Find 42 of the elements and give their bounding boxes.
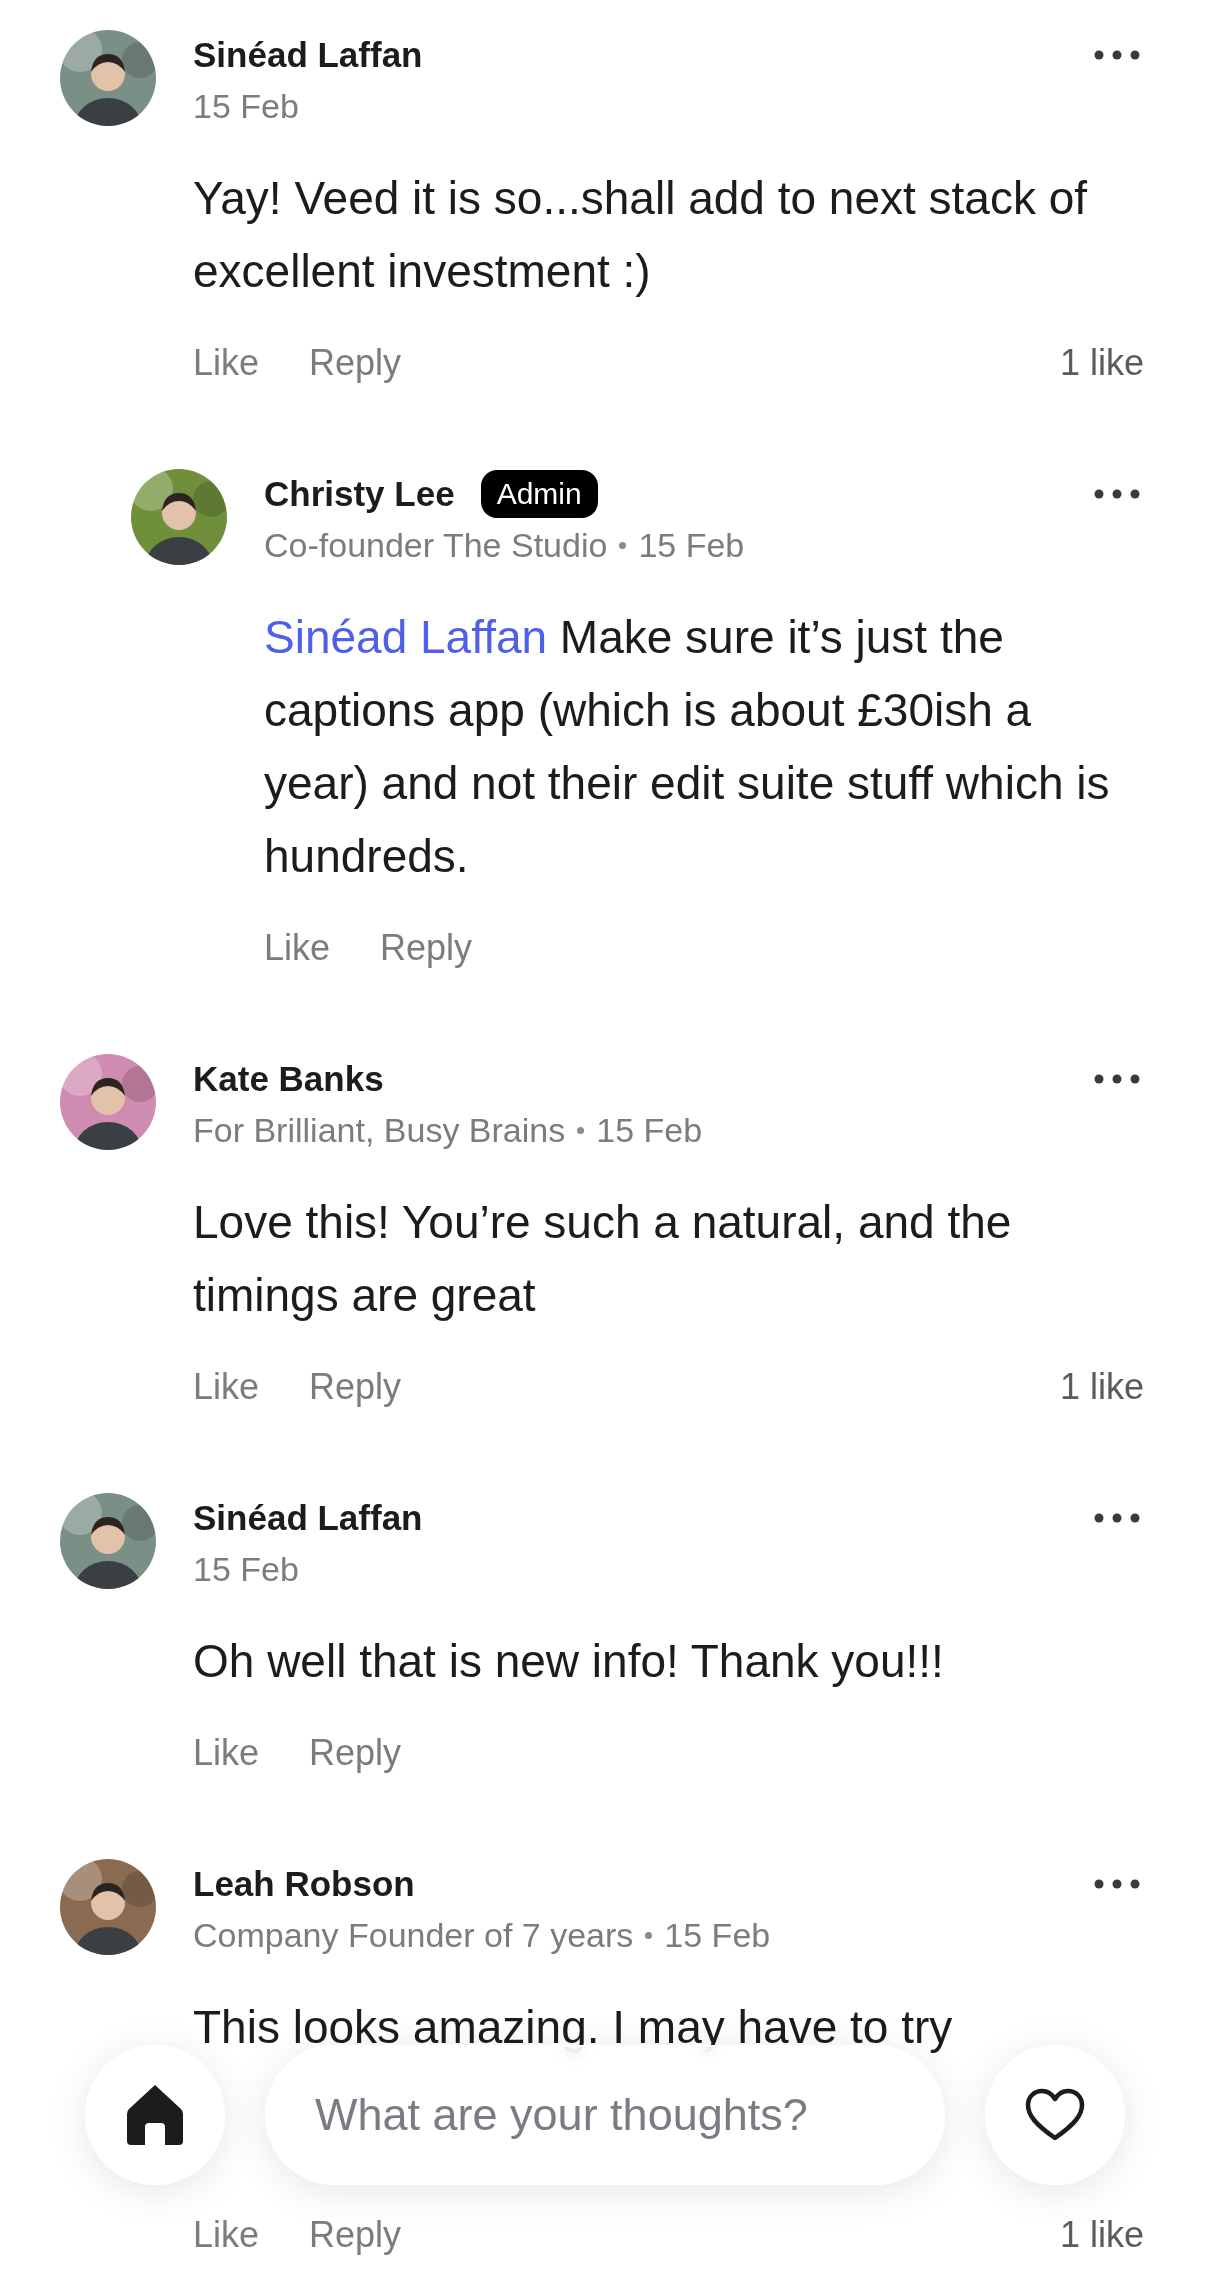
comment-date: 15 Feb: [638, 525, 745, 565]
comment-date: 15 Feb: [193, 1549, 299, 1589]
like-count: 1 like: [1059, 342, 1144, 384]
author-name[interactable]: Leah Robson: [193, 1864, 415, 1904]
author-name[interactable]: Sinéad Laffan: [193, 35, 423, 75]
more-options-icon[interactable]: [1094, 1074, 1140, 1084]
like-count: 1 like: [1059, 1366, 1144, 1408]
reply-link[interactable]: Reply: [380, 927, 473, 969]
author-headline: For Brilliant, Busy Brains: [193, 1110, 566, 1150]
reply-link[interactable]: Reply: [309, 2214, 402, 2256]
like-link[interactable]: Like: [193, 1732, 260, 1774]
heart-icon: [1025, 2088, 1085, 2142]
role-badge: Admin: [480, 470, 598, 518]
reply-link[interactable]: Reply: [309, 1732, 402, 1774]
home-icon: [127, 2083, 183, 2147]
separator-dot: [619, 541, 627, 549]
comment-text: Sinéad Laffan Make sure it’s just the captions app (which is about £30ish a year) and not their edit suite stuff which is hundreds.: [264, 610, 1111, 884]
separator-dot: [645, 1931, 653, 1939]
like-link[interactable]: Like: [193, 2214, 260, 2256]
more-options-icon[interactable]: [1094, 1513, 1140, 1523]
author-name[interactable]: Kate Banks: [193, 1059, 384, 1099]
author-name[interactable]: Christy Lee: [264, 474, 455, 514]
reply-link[interactable]: Reply: [309, 1366, 402, 1408]
author-headline: Company Founder of 7 years: [193, 1915, 634, 1955]
comment-text: Love this! You’re such a natural, and the timings are great: [193, 1195, 1013, 1323]
like-link[interactable]: Like: [193, 1366, 260, 1408]
comment-text: Yay! Veed it is so...shall add to next stack of excellent investment :): [193, 171, 1089, 299]
separator-dot: [577, 1126, 585, 1134]
more-options-icon[interactable]: [1094, 50, 1140, 60]
comment-date: 15 Feb: [596, 1110, 703, 1150]
like-count: 1 like: [1059, 2214, 1144, 2256]
more-options-icon[interactable]: [1094, 489, 1140, 499]
reply-link[interactable]: Reply: [309, 342, 402, 384]
mention-link[interactable]: Sinéad Laffan: [264, 611, 548, 663]
author-headline: Co-founder The Studio: [264, 525, 608, 565]
comment-date: 15 Feb: [193, 86, 299, 126]
comment-text: Oh well that is new info! Thank you!!!: [193, 1634, 945, 1689]
comment-date: 15 Feb: [664, 1915, 771, 1955]
like-link[interactable]: Like: [193, 342, 260, 384]
like-link[interactable]: Like: [264, 927, 331, 969]
author-name[interactable]: Sinéad Laffan: [193, 1498, 423, 1538]
more-options-icon[interactable]: [1094, 1879, 1140, 1889]
